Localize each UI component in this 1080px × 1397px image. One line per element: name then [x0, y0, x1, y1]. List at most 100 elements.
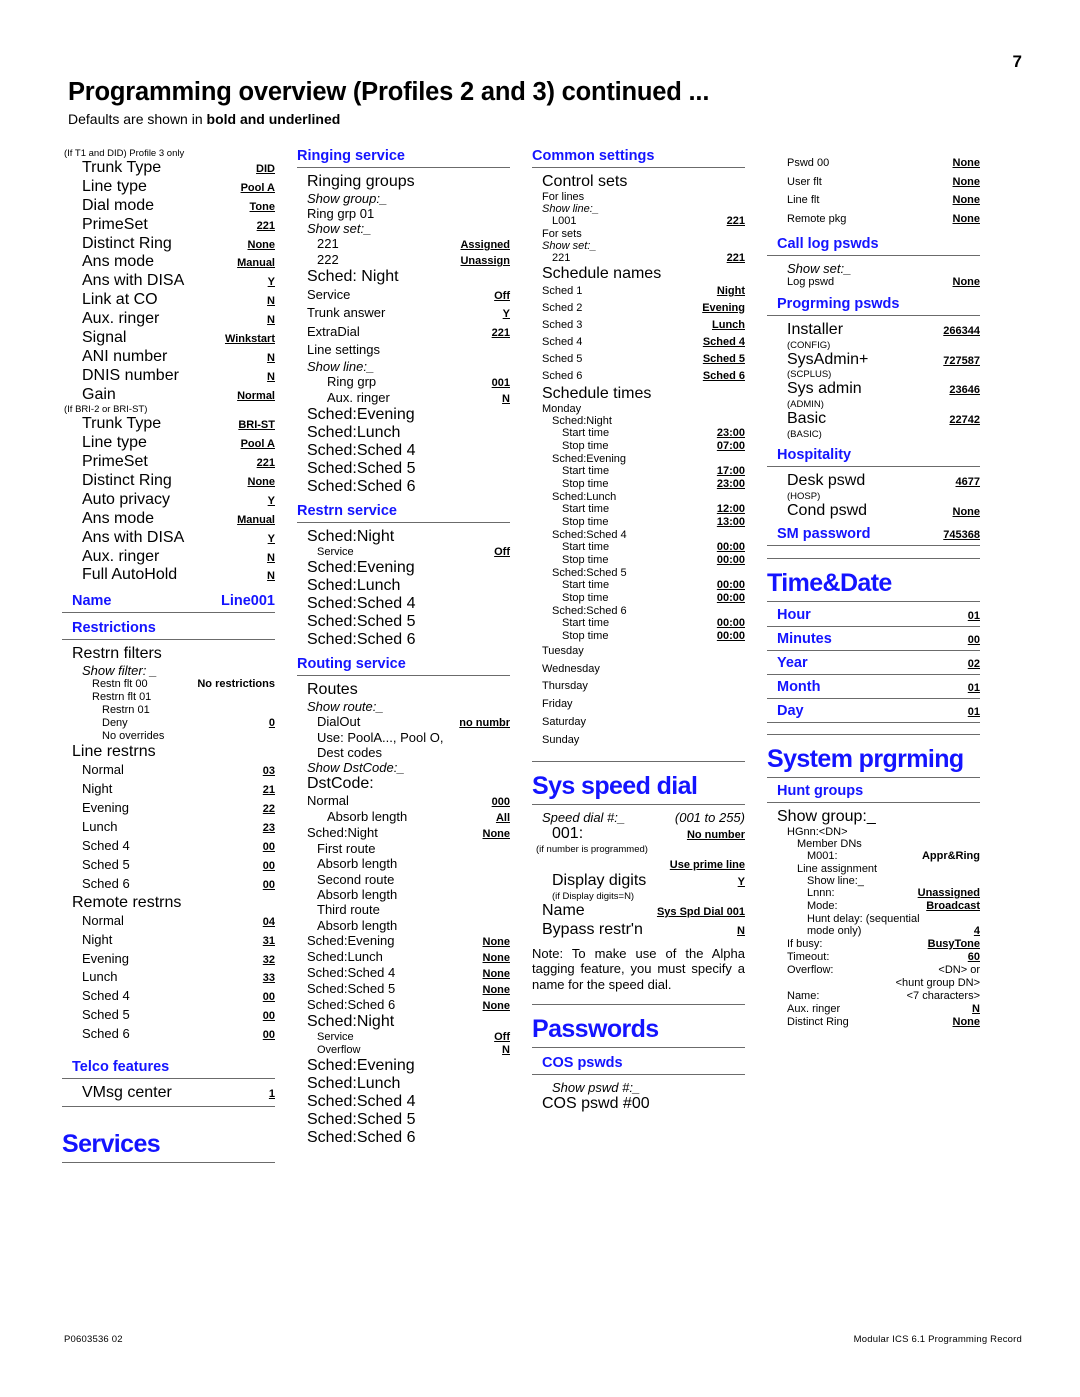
show-filter-prompt: Show filter: _: [82, 663, 158, 679]
table-row: 221 Assigned: [297, 236, 510, 252]
line-restrns-rows: Normal 03 Night 21 Evening 22 Lunch 23 Sched…: [62, 761, 275, 894]
table-row: Night 21: [62, 780, 275, 799]
row-label: Sched 6: [82, 1026, 130, 1042]
t1-did-note: (If T1 and DID) Profile 3 only: [64, 148, 185, 159]
passwords-heading: Passwords: [532, 1015, 659, 1044]
row-label: Gain: [82, 385, 116, 403]
row-value: 17:00: [716, 465, 745, 478]
row-value: None: [247, 476, 276, 488]
vmsg-center-row: VMsg center 1: [62, 1084, 275, 1103]
schedule-names-heading: Schedule names: [542, 264, 662, 282]
overflow-row-2: <hunt group DN>: [767, 977, 980, 990]
list-item: Wednesday: [542, 662, 600, 675]
divider: [767, 557, 980, 559]
table-row: Sched:Sched 5 None: [297, 981, 510, 997]
stop-time-row: Stop time 07:00: [532, 440, 745, 453]
line-assignment-label: Line assignment: [797, 862, 878, 875]
row-value: N: [972, 1002, 980, 1015]
day-row: Day 01: [767, 703, 980, 719]
time-date-heading: Time&Date: [767, 568, 892, 597]
subtitle-bold: bold and underlined: [206, 111, 341, 127]
list-item: Sched:Sched 4: [307, 595, 416, 613]
member-dns-label: Member DNs: [797, 837, 862, 850]
row-label: Link at CO: [82, 291, 158, 309]
sched-block-name: Sched:Lunch: [552, 491, 617, 504]
row-label: Pswd 00: [787, 157, 830, 169]
row-label: Full AutoHold: [82, 566, 178, 584]
row-value: 00: [262, 1010, 275, 1023]
remote-restrns-rows: Normal 04 Night 31 Evening 32 Lunch 33 Sched…: [62, 912, 275, 1045]
if-display-digits-note: (if Display digits=N): [552, 890, 635, 902]
row-value: Normal: [237, 389, 275, 402]
row-value: None: [952, 213, 981, 226]
table-row: 222 Unassign: [297, 252, 510, 268]
use-pools-label: Use: PoolA..., Pool O,: [317, 730, 444, 746]
row-value: None: [247, 238, 276, 251]
divider: [767, 254, 980, 256]
row-value: 221: [256, 457, 275, 470]
row-value: Appr&Ring: [921, 849, 980, 862]
row-value: 266344: [943, 324, 980, 337]
row-label: Stop time: [562, 554, 609, 566]
table-row: Sched 4 Sched 4: [532, 334, 745, 351]
row-value: 00:00: [716, 578, 745, 591]
row-value: 00:00: [716, 629, 745, 642]
row-value: 31: [262, 934, 275, 947]
cos-pswds-heading: COS pswds: [542, 1055, 623, 1072]
row-value: 1: [268, 1088, 275, 1101]
divider: [297, 167, 510, 168]
divider: [62, 1106, 275, 1108]
table-row: Remote pkg None: [767, 210, 980, 229]
row-label: Lunch: [82, 969, 118, 985]
table-row: Sched 5 00: [62, 1006, 275, 1025]
row-value: <DN> or: [938, 963, 980, 976]
row-value: None: [482, 952, 511, 965]
table-row: Evening 22: [62, 799, 275, 818]
row-label: Deny: [102, 717, 128, 730]
row-value: Manual: [237, 257, 275, 270]
hunt-delay-row: mode only) 4: [767, 925, 980, 938]
row-label: Aux. ringer: [82, 310, 160, 327]
row-label: Third route: [317, 902, 380, 918]
row-label: Ans with DISA: [82, 528, 185, 546]
row-value: 4677: [955, 476, 980, 489]
row-value: 00: [262, 840, 275, 853]
for-sets-label: For sets: [542, 227, 582, 240]
row-label: Year: [777, 654, 808, 671]
row-label: Basic: [787, 410, 827, 428]
footer-document-code: P0603536 02: [64, 1334, 123, 1345]
table-row: Sched:Sched 4 None: [297, 965, 510, 981]
row-label: 221: [552, 251, 571, 264]
row-label: Display digits: [552, 871, 647, 889]
stop-time-row: Stop time 00:00: [532, 630, 745, 643]
row-label: Absorb length: [317, 887, 398, 903]
show-set-prompt: Show set:_: [542, 239, 597, 252]
list-item: Sunday: [542, 733, 580, 746]
row-label: Overflow:: [787, 963, 834, 976]
row-label: Sched:Evening: [307, 933, 395, 949]
row-label: PrimeSet: [82, 215, 148, 233]
table-row: Sched:Sched 6 None: [297, 997, 510, 1013]
row-value: None: [952, 175, 981, 188]
table-row: Trunk Type DID: [62, 159, 275, 178]
row-label: Sched 5: [82, 856, 130, 872]
table-row: Full AutoHold N: [62, 566, 275, 585]
row-value: N: [267, 295, 275, 308]
bri-note: (If BRI-2 or BRI-ST): [64, 404, 148, 416]
row-label: Sched 5: [82, 1007, 130, 1023]
speed-dial-prompt-row: Speed dial #:_ (001 to 255): [532, 810, 745, 825]
restrn-filters-heading: Restrn filters: [72, 645, 162, 663]
timeout-row: Timeout: 60: [767, 951, 980, 964]
sys-admin-code: (ADMIN): [787, 399, 824, 411]
row-label: Timeout:: [787, 950, 830, 963]
row-value: Sys Spd Dial 001: [656, 905, 745, 918]
row-label: Trunk Type: [82, 415, 162, 433]
row-value: Winkstart: [224, 332, 275, 345]
row-value: 12:00: [716, 503, 745, 516]
row-value: Sched 5: [702, 353, 745, 366]
table-row: Sched 4 00: [62, 837, 275, 856]
row-label: Stop time: [562, 516, 609, 529]
row-value: 221: [491, 326, 510, 339]
row-value: N: [267, 551, 275, 564]
sys-admin-row: Sys admin 23646: [767, 380, 980, 399]
